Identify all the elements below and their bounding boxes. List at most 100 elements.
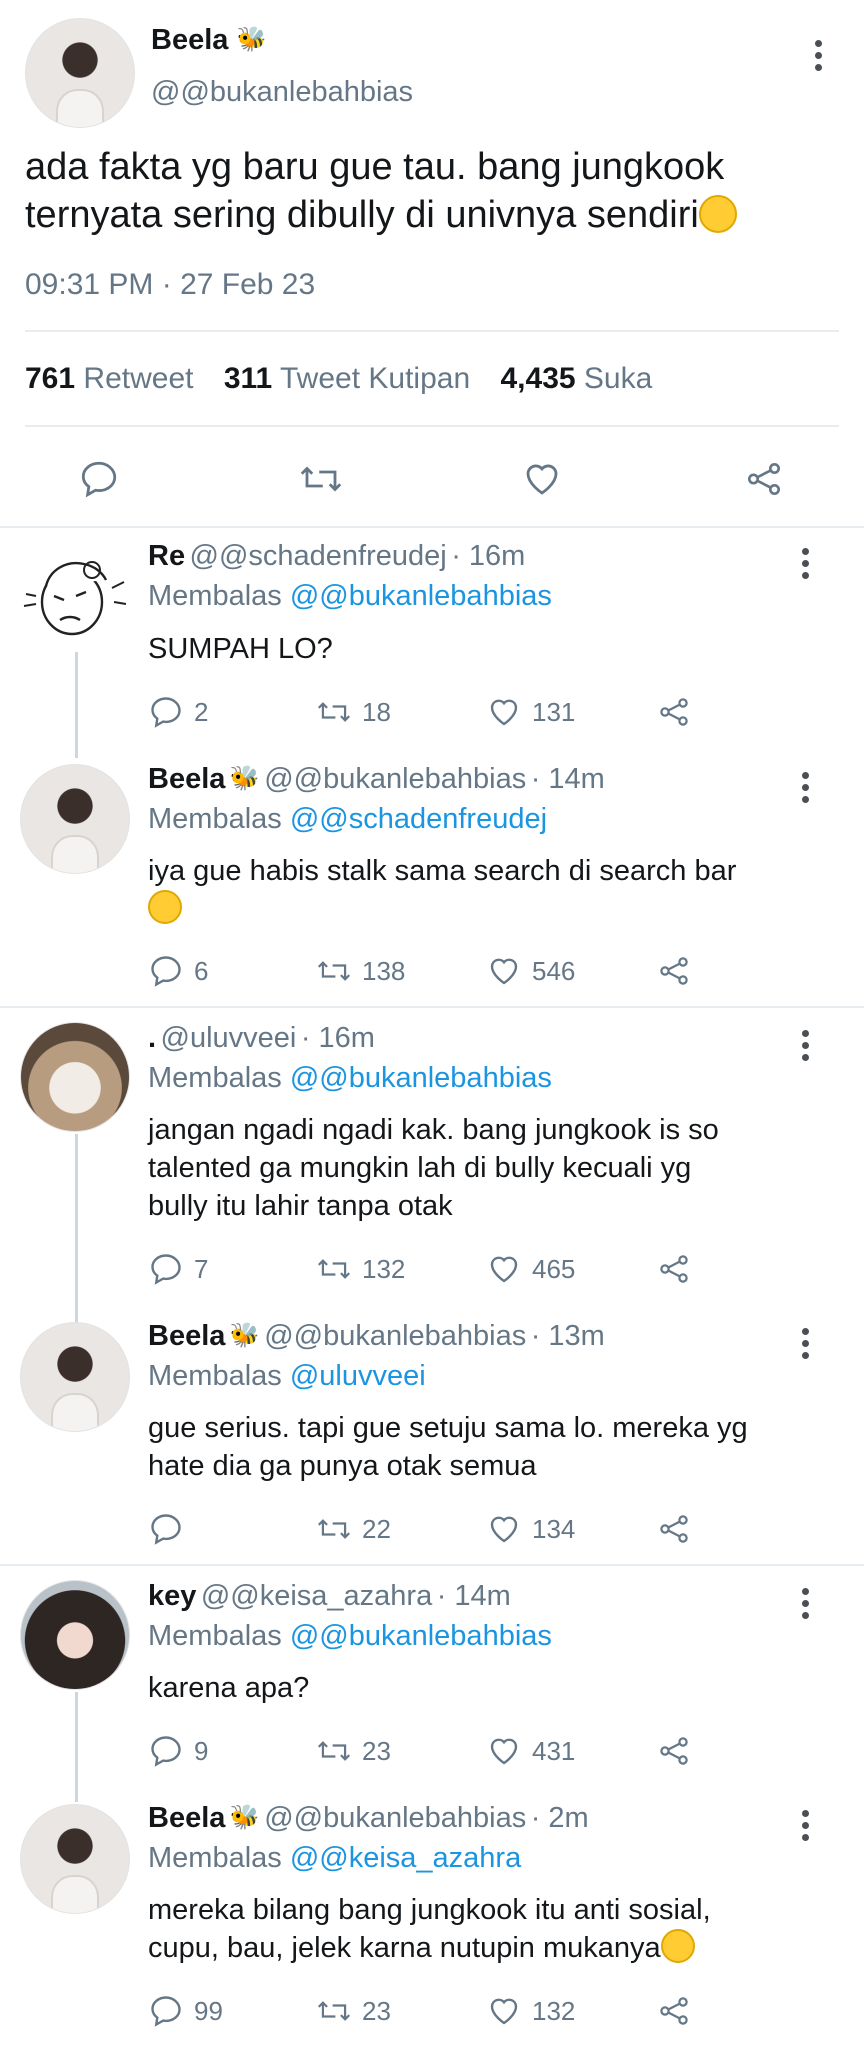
reply-button[interactable]: 99 <box>148 1993 223 2029</box>
share-icon <box>660 1737 688 1765</box>
like-button[interactable]: 431 <box>486 1733 575 1769</box>
avatar[interactable] <box>20 1322 130 1432</box>
reply-author-name[interactable]: key <box>148 1580 196 1612</box>
share-icon <box>660 1997 688 2025</box>
replying-to-link[interactable]: @@bukanlebahbias <box>290 580 552 612</box>
reply-author-name[interactable]: Beela <box>148 763 225 795</box>
retweet-button[interactable]: 23 <box>316 1993 391 2029</box>
reply-button[interactable]: 9 <box>148 1733 208 1769</box>
share-button[interactable] <box>656 953 702 989</box>
avatar[interactable] <box>20 764 130 874</box>
reply-author-name[interactable]: Beela <box>148 1320 225 1352</box>
divider <box>0 1006 864 1008</box>
reply-author-name[interactable]: Re <box>148 540 185 572</box>
reply-time: · 13m <box>530 1320 605 1352</box>
author-handle[interactable]: @@bukanlebahbias <box>151 76 413 109</box>
like-icon[interactable] <box>521 458 563 500</box>
reply-icon[interactable] <box>78 458 120 500</box>
reply-time: · 16m <box>300 1022 375 1054</box>
tweet-text-line-2: ternyata sering dibully di univnya sendi… <box>25 194 699 236</box>
reply-author-name[interactable]: Beela <box>148 1802 225 1834</box>
reply-text: iya gue habis stalk sama search di searc… <box>148 852 838 928</box>
avatar[interactable] <box>20 540 132 652</box>
replying-to-link[interactable]: @@keisa_azahra <box>290 1842 521 1874</box>
replying-to: Membalas @@schadenfreudej <box>148 803 547 836</box>
replying-to-link[interactable]: @uluvveei <box>290 1360 426 1392</box>
like-button[interactable]: 132 <box>486 1993 575 2029</box>
like-label[interactable]: Suka <box>584 362 652 395</box>
reply-author-handle[interactable]: @@bukanlebahbias <box>264 763 526 795</box>
reply-text: jangan ngadi ngadi kak. bang jungkook is… <box>148 1111 838 1225</box>
avatar[interactable] <box>20 1580 130 1690</box>
replying-to: Membalas @@bukanlebahbias <box>148 1620 552 1653</box>
like-count: 131 <box>532 696 576 727</box>
reply-button[interactable]: 6 <box>148 953 208 989</box>
reply-icon <box>151 956 181 987</box>
reply-author-handle[interactable]: @@schadenfreudej <box>190 540 447 572</box>
replying-to: Membalas @uluvveei <box>148 1360 426 1393</box>
more-options-icon[interactable] <box>802 1588 810 1624</box>
avatar[interactable] <box>20 1804 130 1914</box>
share-icon[interactable] <box>743 458 785 500</box>
more-options-icon[interactable] <box>802 1328 810 1364</box>
retweet-icon <box>317 1519 351 1539</box>
share-button[interactable] <box>656 1251 702 1287</box>
like-button[interactable]: 134 <box>486 1511 575 1547</box>
retweet-button[interactable]: 138 <box>316 953 405 989</box>
like-count: 546 <box>532 955 576 986</box>
avatar[interactable] <box>25 18 135 128</box>
retweet-count[interactable]: 761 <box>25 362 75 395</box>
quote-count[interactable]: 311 <box>224 362 272 395</box>
reply-button[interactable]: 2 <box>148 694 208 730</box>
reply-text-line: cupu, bau, jelek karna nutupin mukanya <box>148 1929 848 1967</box>
retweet-count: 22 <box>362 1513 391 1544</box>
share-icon <box>660 1255 688 1283</box>
replying-to-label: Membalas <box>148 1062 282 1094</box>
replying-to-label: Membalas <box>148 1620 282 1652</box>
retweet-button[interactable]: 23 <box>316 1733 391 1769</box>
reply-button[interactable]: 7 <box>148 1251 208 1287</box>
reply-time: · 2m <box>530 1802 589 1834</box>
like-count[interactable]: 4,435 <box>500 362 575 395</box>
more-options-icon[interactable] <box>802 772 810 808</box>
replying-to-link[interactable]: @@schadenfreudej <box>290 803 547 835</box>
quote-label[interactable]: Tweet Kutipan <box>280 362 470 395</box>
like-button[interactable]: 546 <box>486 953 575 989</box>
avatar[interactable] <box>20 1022 130 1132</box>
reply-count: 99 <box>194 1995 223 2026</box>
more-options-icon[interactable] <box>802 548 810 584</box>
more-options-icon[interactable] <box>802 1810 810 1846</box>
share-button[interactable] <box>656 1733 702 1769</box>
reply-button[interactable] <box>148 1511 194 1547</box>
like-count: 431 <box>532 1735 576 1766</box>
share-button[interactable] <box>656 1511 702 1547</box>
like-button[interactable]: 465 <box>486 1251 575 1287</box>
share-button[interactable] <box>656 1993 702 2029</box>
retweet-icon[interactable] <box>298 458 344 500</box>
more-options-icon[interactable] <box>802 1030 810 1066</box>
reply-author-handle[interactable]: @@bukanlebahbias <box>264 1802 526 1834</box>
retweet-button[interactable]: 18 <box>316 694 391 730</box>
replying-to-link[interactable]: @@bukanlebahbias <box>290 1620 552 1652</box>
tweet-stats: 761 Retweet 311 Tweet Kutipan 4,435 Suka <box>25 362 652 396</box>
like-icon <box>490 1998 518 2025</box>
retweet-label[interactable]: Retweet <box>83 362 193 395</box>
reply-author-name[interactable]: . <box>148 1022 156 1054</box>
retweet-button[interactable]: 132 <box>316 1251 405 1287</box>
more-options-icon[interactable] <box>815 40 823 76</box>
reply-text-line: gue serius. tapi gue setuju sama lo. mer… <box>148 1412 748 1444</box>
share-button[interactable] <box>656 694 702 730</box>
tweet-timestamp[interactable]: 09:31 PM · 27 Feb 23 <box>25 268 315 302</box>
reply-time: · 14m <box>530 763 605 795</box>
replying-to-link[interactable]: @@bukanlebahbias <box>290 1062 552 1094</box>
reply-author-handle[interactable]: @@bukanlebahbias <box>264 1320 526 1352</box>
retweet-button[interactable]: 22 <box>316 1511 391 1547</box>
reply-icon <box>151 1254 181 1285</box>
smile-emoji-icon <box>698 195 737 233</box>
reply-author-handle[interactable]: @uluvveei <box>161 1022 297 1054</box>
author-name[interactable]: Beela 🐝 <box>151 24 266 57</box>
reply-author-handle[interactable]: @@keisa_azahra <box>201 1580 432 1612</box>
reply-icon <box>151 1736 181 1767</box>
like-button[interactable]: 131 <box>486 694 575 730</box>
reply-icon <box>151 697 181 728</box>
